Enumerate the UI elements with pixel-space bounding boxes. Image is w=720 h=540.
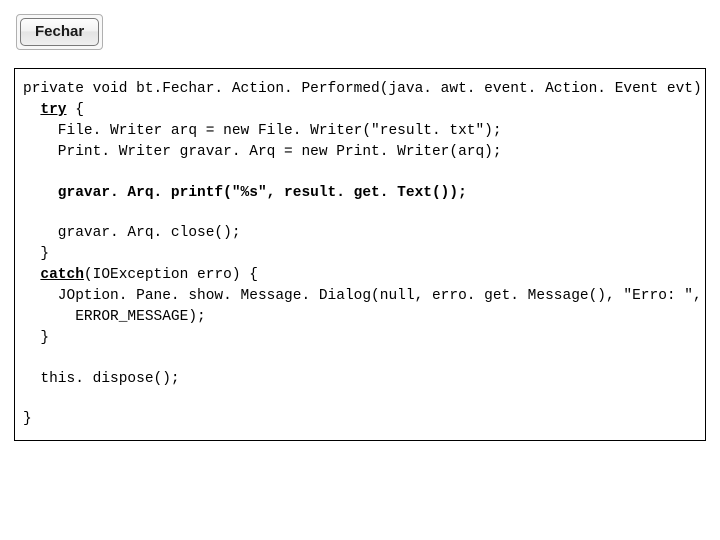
code-line-11: }	[23, 330, 49, 346]
code-line-2b: {	[67, 102, 84, 118]
code-line-1: private void bt.Fechar. Action. Performe…	[23, 81, 706, 97]
catch-keyword: catch	[40, 267, 84, 283]
blank-line-4	[23, 390, 697, 410]
code-line-5-bold: gravar. Arq. printf("%s", result. get. T…	[23, 185, 467, 201]
code-line-9: JOption. Pane. show. Message. Dialog(nul…	[23, 288, 702, 304]
blank-line-3	[23, 349, 697, 369]
blank-line-1	[23, 163, 697, 183]
code-line-4: Print. Writer gravar. Arq = new Print. W…	[23, 144, 502, 160]
code-line-6: gravar. Arq. close();	[23, 225, 241, 241]
code-line-8b: (IOException erro) {	[84, 267, 258, 283]
code-line-7: }	[23, 246, 49, 262]
code-line-3: File. Writer arq = new File. Writer("res…	[23, 123, 502, 139]
code-line-13: }	[23, 411, 32, 427]
close-button[interactable]: Fechar	[20, 18, 99, 46]
try-keyword: try	[40, 102, 66, 118]
button-container: Fechar	[16, 14, 103, 50]
blank-line-2	[23, 204, 697, 224]
code-snippet: private void bt.Fechar. Action. Performe…	[14, 68, 706, 441]
code-line-10: ERROR_MESSAGE);	[23, 309, 206, 325]
code-line-12: this. dispose();	[23, 371, 180, 387]
